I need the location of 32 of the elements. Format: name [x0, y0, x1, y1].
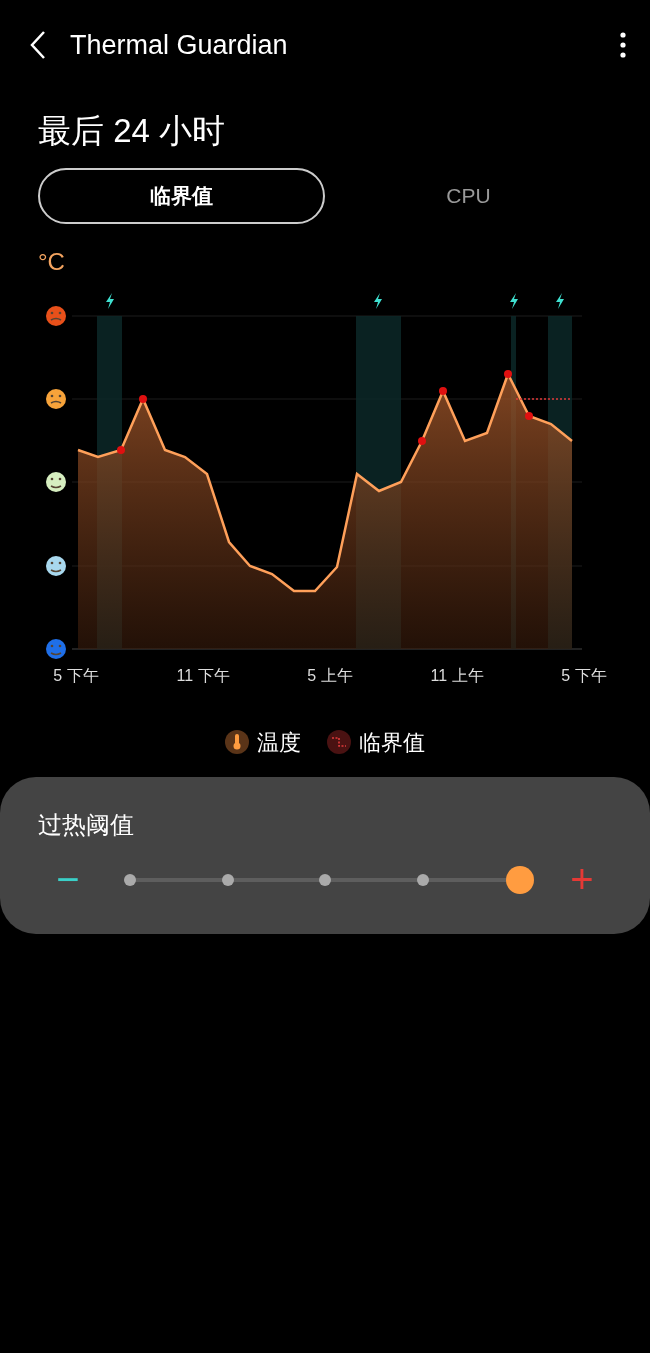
threshold-line [515, 398, 573, 400]
slider-step-dot [319, 874, 331, 886]
app-title: Thermal Guardian [70, 28, 289, 62]
lightning-icon [510, 293, 518, 309]
back-icon[interactable] [30, 30, 46, 60]
legend-label: 温度 [257, 728, 301, 757]
x-axis-label: 5 下午 [53, 667, 99, 684]
more-options-icon[interactable] [620, 32, 626, 58]
slider-step-dot [124, 874, 136, 886]
slider-step-dot [221, 874, 234, 886]
lightning-icon [556, 293, 564, 309]
unit-label: °C [38, 248, 65, 275]
face-emoji-icon [46, 389, 66, 409]
slider-thumb[interactable] [506, 866, 534, 894]
face-emoji-icon [46, 639, 66, 659]
lightning-icon [374, 293, 382, 309]
slider-step-dot [416, 874, 429, 886]
legend-label: 临界值 [359, 728, 425, 757]
tab[interactable]: 临界值 [38, 168, 325, 224]
minus-button[interactable]: − [38, 859, 98, 899]
lightning-icon [106, 293, 114, 309]
face-emoji-icon [46, 472, 66, 492]
period-heading: 最后 24 小时 [38, 112, 226, 149]
card-title: 过热阈值 [38, 810, 135, 840]
face-emoji-icon [46, 306, 66, 326]
x-axis-label: 11 上午 [430, 667, 484, 684]
thermometer-icon [225, 730, 249, 754]
x-axis-label: 11 下午 [176, 667, 230, 684]
x-axis-label: 5 下午 [561, 667, 607, 684]
x-axis-label: 5 上午 [307, 667, 353, 684]
face-emoji-icon [46, 556, 66, 576]
tab[interactable]: CPU [325, 168, 612, 224]
